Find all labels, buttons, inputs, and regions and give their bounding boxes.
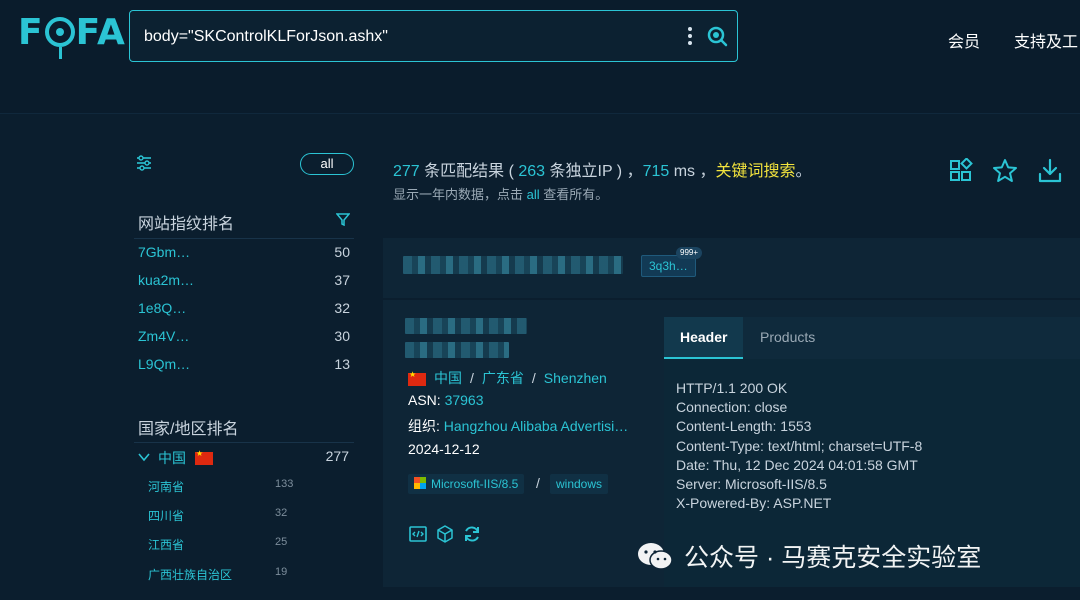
- query-time-label: ms ，: [669, 163, 716, 180]
- fingerprint-count: 32: [334, 300, 350, 316]
- star-icon[interactable]: [992, 158, 1018, 184]
- more-options-icon[interactable]: [686, 27, 694, 45]
- province-name[interactable]: 河南省: [148, 478, 184, 495]
- city-link[interactable]: Shenzhen: [544, 370, 607, 386]
- wechat-icon: [638, 543, 673, 570]
- search-box[interactable]: [129, 10, 738, 62]
- results-summary: 277 条匹配结果 ( 263 条独立IP ) ，715 ms ，关键词搜索。: [393, 157, 812, 181]
- province-name[interactable]: 江西省: [148, 536, 184, 553]
- fingerprint-item[interactable]: 1e8Q… 32: [138, 300, 352, 322]
- unique-ip-count: 263: [518, 163, 546, 180]
- fingerprint-item[interactable]: kua2m… 37: [138, 272, 352, 294]
- results-subsummary: 显示一年内数据，点击 all 查看所有。: [393, 184, 608, 203]
- os-tag[interactable]: windows: [550, 474, 609, 494]
- filter-settings-icon[interactable]: [136, 155, 152, 171]
- province-count: 133: [275, 478, 294, 490]
- country-count: 277: [325, 448, 349, 464]
- tab-products[interactable]: Products: [744, 317, 831, 359]
- org-label: 组织:: [408, 418, 444, 434]
- province-count: 25: [275, 536, 288, 548]
- province-item[interactable]: 河南省 133: [148, 478, 298, 498]
- province-link[interactable]: 广东省: [482, 370, 524, 386]
- result-card: 3q3h… 999+: [383, 238, 1080, 298]
- result-count: 277: [393, 163, 420, 180]
- org-row: 组织: Hangzhou Alibaba Adverti­si…: [408, 416, 628, 436]
- fingerprint-label[interactable]: 1e8Q…: [138, 300, 186, 316]
- asn-row: ASN: 37963: [408, 392, 484, 408]
- cube-icon[interactable]: [435, 524, 455, 544]
- download-icon[interactable]: [1037, 158, 1063, 184]
- asn-link[interactable]: 37963: [445, 392, 484, 408]
- org-link[interactable]: Hangzhou Alibaba Adverti­si…: [444, 418, 628, 434]
- redacted-host: [405, 342, 509, 358]
- watermark-text: 公众号 · 马赛克安全实验室: [684, 544, 982, 572]
- fingerprint-item[interactable]: L9Qm… 13: [138, 356, 352, 378]
- country-link[interactable]: 中国: [434, 370, 462, 386]
- search-icon[interactable]: [706, 25, 728, 47]
- country-ranking-title: 国家/地区排名: [138, 421, 239, 438]
- query-time: 715: [642, 163, 670, 180]
- fingerprint-count: 13: [334, 356, 350, 372]
- subsummary-prefix: 显示一年内数据，点击: [393, 187, 527, 202]
- country-name[interactable]: 中国: [158, 448, 186, 468]
- divider: [134, 442, 354, 443]
- microsoft-logo-icon: [414, 477, 426, 489]
- http-header-text: HTTP/1.1 200 OK Connection: close Conten…: [676, 380, 923, 512]
- province-item[interactable]: 四川省 32: [148, 507, 298, 527]
- province-count: 32: [275, 507, 288, 519]
- all-toggle-button[interactable]: all: [300, 153, 354, 175]
- fingerprint-count: 37: [334, 272, 350, 288]
- asn-label: ASN:: [408, 392, 445, 408]
- country-item-china[interactable]: 中国 277: [138, 448, 352, 470]
- fingerprint-ranking-title: 网站指纹排名: [138, 216, 235, 233]
- refresh-icon[interactable]: [462, 524, 482, 544]
- china-flag-icon: [195, 449, 213, 465]
- fingerprint-label[interactable]: L9Qm…: [138, 356, 190, 372]
- server-tag-label: Microsoft-IIS/8.5: [431, 477, 519, 491]
- watermark: 公众号 · 马赛克安全实验室: [636, 538, 981, 574]
- chevron-down-icon[interactable]: [138, 452, 150, 462]
- grid-view-icon[interactable]: [948, 158, 974, 184]
- province-item[interactable]: 广西壮族自治区 19: [148, 566, 298, 586]
- fingerprint-label[interactable]: Zm4V…: [138, 328, 189, 344]
- fingerprint-count: 50: [334, 244, 350, 260]
- redacted-host: [403, 256, 623, 274]
- keyword-search-link[interactable]: 关键词搜索: [716, 163, 796, 180]
- fofa-logo[interactable]: F FA: [18, 12, 126, 59]
- subsummary-suffix: 查看所有。: [539, 187, 609, 202]
- divider: [134, 238, 354, 239]
- location: 中国/广东省/Shenzhen: [408, 368, 607, 388]
- fingerprint-item[interactable]: Zm4V… 30: [138, 328, 352, 350]
- province-item[interactable]: 江西省 25: [148, 536, 298, 556]
- province-name[interactable]: 四川省: [148, 507, 184, 524]
- search-input[interactable]: [144, 24, 664, 50]
- date: 2024-12-12: [408, 441, 480, 457]
- summary-end: 。: [795, 163, 812, 180]
- nav-membership[interactable]: 会员: [948, 28, 980, 52]
- unique-ip-label: 条独立IP ) ，: [545, 163, 643, 180]
- redacted-ip: [405, 318, 527, 334]
- detail-tabs: Header Products: [664, 317, 1080, 359]
- province-count: 19: [275, 566, 288, 578]
- tag-separator: /: [536, 475, 540, 491]
- nav-support[interactable]: 支持及工: [1014, 28, 1078, 52]
- result-count-label: 条匹配结果 (: [419, 163, 519, 180]
- sort-icon[interactable]: [336, 212, 350, 226]
- show-all-link[interactable]: all: [527, 187, 540, 202]
- province-name[interactable]: 广西壮族自治区: [148, 566, 232, 583]
- fingerprint-item[interactable]: 7Gbm… 50: [138, 244, 352, 266]
- server-tag[interactable]: Microsoft-IIS/8.5: [408, 474, 525, 494]
- china-flag-icon: [408, 370, 426, 386]
- fingerprint-label[interactable]: kua2m…: [138, 272, 194, 288]
- fingerprint-count: 30: [334, 328, 350, 344]
- fingerprint-label[interactable]: 7Gbm…: [138, 244, 190, 260]
- code-icon[interactable]: [408, 524, 428, 544]
- top-bar: FFA 会员 支持及工: [0, 0, 1080, 114]
- tab-header[interactable]: Header: [664, 317, 744, 359]
- count-badge: 999+: [676, 247, 703, 259]
